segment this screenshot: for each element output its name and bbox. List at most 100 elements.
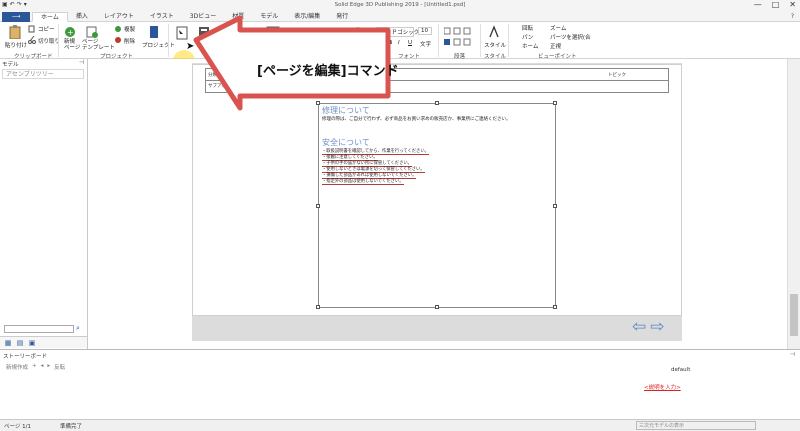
- repair-text: 修理の際は、ご自分で行わず、必ず商品をお買い求めの販売店か、事業所にご連絡くださ…: [322, 117, 511, 122]
- page-template-button[interactable]: ページ テンプレート: [82, 39, 115, 51]
- new-step-button[interactable]: 新規作成: [6, 363, 28, 371]
- style-icon: [489, 25, 499, 38]
- page-indicator: ページ 1/1: [4, 424, 31, 430]
- header-cell-category: 分類 作業手順: [208, 73, 237, 78]
- font-size-select[interactable]: 10: [418, 27, 432, 35]
- help-icon[interactable]: ?: [791, 13, 794, 20]
- resize-handle[interactable]: [553, 204, 557, 208]
- delete-icon: [115, 37, 121, 43]
- front-view-button[interactable]: 正視: [550, 42, 561, 50]
- ribbon-tabs: ⟶ ホーム 挿入 レイアウト イラスト 3Dビュー 材質 モデル 表示/編集 発…: [0, 11, 800, 22]
- app-window: ▣ ↶ ↷ ▾ Solid Edge 3D Publishing 2019 - …: [0, 0, 800, 431]
- new-page-button[interactable]: 新規 ページ: [64, 39, 80, 51]
- search-input[interactable]: [4, 325, 74, 333]
- style-button[interactable]: スタイル: [484, 41, 506, 49]
- cut-button[interactable]: 切り取り: [38, 37, 60, 45]
- duplicate-button[interactable]: 複製: [124, 25, 135, 33]
- minimize-button[interactable]: —: [754, 0, 762, 9]
- repair-title: 修理について: [322, 106, 370, 115]
- copy-button[interactable]: コピー: [38, 25, 55, 33]
- separator: [58, 24, 59, 57]
- new-page-icon: +: [65, 27, 75, 37]
- storyboard-toolbar: 新規作成 + ◂ ▸ 反転: [6, 363, 65, 371]
- panel-tabs: ▦ ▤ ▣: [0, 336, 87, 348]
- pan-button[interactable]: パン: [522, 33, 533, 41]
- table-divider: [206, 80, 668, 81]
- copy-icon: [28, 25, 35, 33]
- application-menu-button[interactable]: ⟶: [2, 12, 30, 22]
- resize-handle[interactable]: [316, 101, 320, 105]
- storyboard-title: ストーリーボード: [3, 354, 48, 360]
- table-icon: [266, 26, 280, 38]
- svg-text:+: +: [67, 28, 74, 37]
- tab-illustration[interactable]: イラスト: [142, 12, 182, 22]
- cut-icon: [28, 36, 36, 44]
- edit-page-icon[interactable]: [176, 26, 188, 40]
- properties-button[interactable]: プロパティ: [196, 41, 223, 49]
- status-field[interactable]: 三次元モデルの表示: [636, 421, 756, 430]
- resize-handle[interactable]: [435, 101, 439, 105]
- page-template-icon: [86, 26, 98, 38]
- next-page-arrow-icon[interactable]: ⇨: [650, 319, 664, 336]
- maximize-button[interactable]: □: [772, 0, 780, 9]
- tab-publish[interactable]: 発行: [328, 12, 356, 22]
- vertical-scrollbar[interactable]: [787, 59, 800, 349]
- header-cell-subassembly: サブアセンブリ: [208, 84, 240, 89]
- callout-label: [ページを編集]コマンド: [257, 64, 399, 79]
- reverse-button[interactable]: 反転: [54, 363, 65, 371]
- align-icon[interactable]: [444, 38, 474, 46]
- storyboard-default-label: default: [671, 367, 691, 373]
- scrollbar-thumb[interactable]: [790, 294, 798, 336]
- description-link[interactable]: <説明を入力>: [644, 383, 681, 391]
- next-step-button[interactable]: ▸: [47, 363, 50, 371]
- close-button[interactable]: ✕: [789, 0, 796, 9]
- italic-button[interactable]: I: [398, 40, 400, 46]
- underline-button[interactable]: U: [408, 40, 412, 46]
- separator: [438, 24, 439, 57]
- view-tab-icon[interactable]: ▣: [27, 338, 37, 348]
- layer-tab-icon[interactable]: ▤: [15, 338, 25, 348]
- previous-page-arrow-icon[interactable]: ⇦: [632, 319, 646, 336]
- bold-button[interactable]: B: [388, 40, 392, 46]
- separator: [480, 24, 481, 57]
- tab-material[interactable]: 材質: [224, 12, 252, 22]
- home-view-button[interactable]: ホーム: [522, 42, 538, 50]
- pin-icon[interactable]: ⊣: [790, 351, 795, 358]
- fit-part-button[interactable]: パーツを選択(合: [550, 33, 591, 41]
- project-button[interactable]: プロジェクト: [142, 41, 175, 49]
- duplicate-icon: [115, 26, 121, 32]
- search-icon[interactable]: ⌕: [76, 324, 80, 333]
- resize-handle[interactable]: [553, 305, 557, 309]
- title-bar: ▣ ↶ ↷ ▾ Solid Edge 3D Publishing 2019 - …: [0, 0, 800, 11]
- paste-button[interactable]: 貼り付け: [5, 41, 27, 49]
- tab-insert[interactable]: 挿入: [68, 12, 96, 22]
- tab-3d-view[interactable]: 3Dビュー: [182, 12, 224, 22]
- storyboard-panel: ストーリーボード ⊣ 新規作成 + ◂ ▸ 反転 default <説明を入力>: [0, 349, 800, 419]
- resize-handle[interactable]: [316, 305, 320, 309]
- assembly-tab-icon[interactable]: ▦: [3, 338, 13, 348]
- resize-handle[interactable]: [553, 101, 557, 105]
- window-controls: — □ ✕: [754, 0, 796, 9]
- tab-model[interactable]: モデル: [252, 12, 286, 22]
- delete-button[interactable]: 削除: [124, 37, 135, 45]
- tab-layout[interactable]: レイアウト: [96, 12, 142, 22]
- list-format-icon[interactable]: [444, 27, 474, 35]
- resize-handle[interactable]: [435, 305, 439, 309]
- resize-handle[interactable]: [316, 204, 320, 208]
- model-panel: モデル ⊣ アセンブリツリー ⌕ ▦ ▤ ▣: [0, 59, 88, 349]
- page-navigation: ⇦ ⇨: [632, 319, 665, 336]
- pin-icon[interactable]: ⊣: [79, 59, 84, 66]
- character-button[interactable]: 文字: [420, 40, 431, 48]
- content-textbox[interactable]: 修理について 修理の際は、ご自分で行わず、必ず商品をお買い求めの販売店か、事業所…: [316, 101, 557, 309]
- assembly-tree-selector[interactable]: アセンブリツリー: [2, 69, 84, 79]
- zoom-button[interactable]: ズーム: [550, 24, 566, 32]
- add-step-button[interactable]: +: [32, 363, 37, 371]
- paste-icon: [9, 25, 21, 39]
- mouse-cursor-icon: ➤: [186, 41, 195, 52]
- palette-icon: [353, 27, 363, 37]
- tab-home[interactable]: ホーム: [32, 12, 68, 22]
- tab-display-edit[interactable]: 表示/編集: [286, 12, 328, 22]
- font-name-select[interactable]: ＭＳ Ｐゴシック: [376, 27, 419, 37]
- rotate-button[interactable]: 回転: [522, 24, 533, 32]
- previous-step-button[interactable]: ◂: [41, 363, 44, 371]
